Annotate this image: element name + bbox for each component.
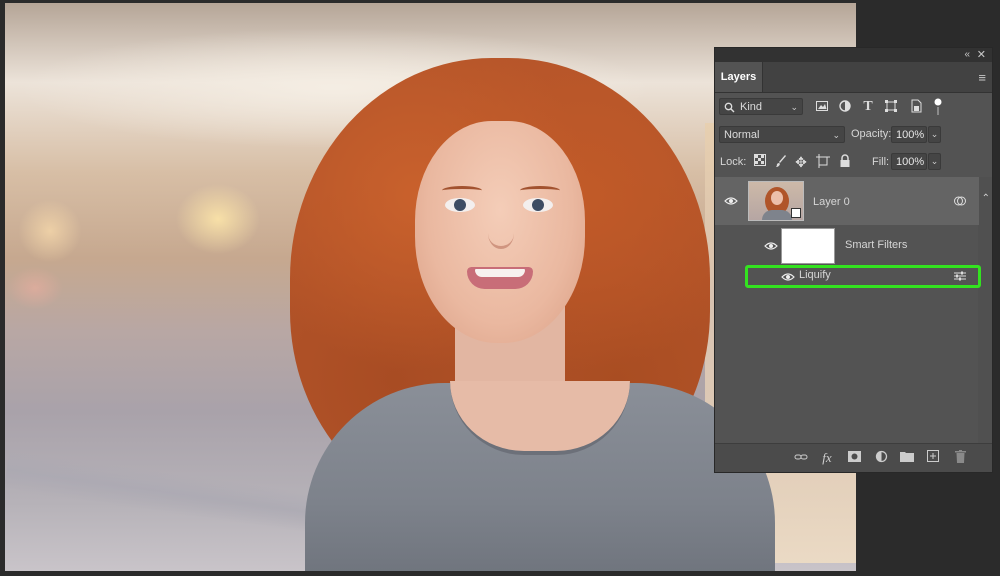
panel-menu-icon[interactable]: ≡ (978, 70, 986, 85)
subject-nose (488, 218, 514, 249)
fill-label: Fill: (872, 156, 890, 168)
smart-filter-mask-thumbnail[interactable] (781, 228, 835, 264)
lock-artboard-icon[interactable] (815, 154, 831, 170)
adjustment-layer-icon[interactable] (873, 450, 889, 466)
layer-row-smart-filters[interactable]: Smart Filters (715, 225, 979, 267)
link-layers-icon[interactable] (793, 450, 809, 466)
opacity-label: Opacity: (851, 128, 892, 140)
lock-transparent-icon[interactable] (752, 154, 768, 170)
layer-thumbnail[interactable] (748, 181, 804, 221)
new-group-icon[interactable] (899, 450, 915, 466)
filter-kind-dropdown[interactable]: Kind ⌄ (719, 98, 803, 115)
right-eye (523, 198, 553, 212)
smart-object-filter-icon[interactable] (908, 99, 924, 115)
panel-title-bar[interactable]: « ✕ (715, 48, 992, 62)
chevron-down-icon: ⌄ (832, 130, 840, 140)
liquify-highlight-box (745, 265, 981, 288)
chevron-down-icon: ⌄ (790, 102, 798, 112)
smart-object-badge-icon (791, 208, 801, 218)
collapse-panel-icon[interactable]: « (964, 48, 970, 62)
right-eyebrow (520, 186, 560, 195)
search-icon (724, 99, 735, 122)
new-layer-icon[interactable] (925, 450, 941, 466)
lock-all-icon[interactable] (837, 154, 853, 170)
fx-icon[interactable]: fx (819, 450, 835, 466)
chevron-up-icon[interactable]: ⌃ (982, 193, 990, 204)
fill-slider-toggle[interactable]: ⌄ (928, 153, 941, 170)
shape-filter-icon[interactable] (883, 99, 899, 115)
close-panel-icon[interactable]: ✕ (977, 48, 986, 62)
opacity-slider-toggle[interactable]: ⌄ (928, 126, 941, 143)
lock-row: Lock: ✥ Fill: 100% ⌄ (715, 153, 992, 173)
lock-position-icon[interactable]: ✥ (793, 154, 809, 170)
blend-row: Normal ⌄ Opacity: 100% ⌄ (715, 126, 992, 146)
add-mask-icon[interactable] (846, 450, 862, 466)
visibility-eye-icon[interactable] (724, 196, 738, 206)
fill-input[interactable]: 100% (891, 153, 927, 170)
lock-paint-icon[interactable] (773, 154, 789, 170)
blend-mode-value: Normal (724, 129, 760, 141)
layers-panel: « ✕ Layers ≡ Kind ⌄ T Normal ⌄ Opacity: … (714, 47, 993, 473)
adjustment-filter-icon[interactable] (837, 99, 853, 115)
left-eye (445, 198, 475, 212)
subject-teeth (475, 269, 525, 277)
filter-toggle-icon[interactable] (930, 97, 946, 115)
delete-layer-icon[interactable] (952, 450, 968, 466)
smart-filters-label: Smart Filters (845, 239, 908, 251)
visibility-eye-icon[interactable] (764, 241, 778, 251)
filter-kind-label: Kind (740, 101, 763, 113)
layers-scrollbar[interactable] (978, 177, 992, 445)
smart-filter-badge-icon (953, 194, 967, 211)
opacity-input[interactable]: 100% (891, 126, 927, 143)
image-filter-icon[interactable] (814, 99, 830, 115)
left-eyebrow (442, 186, 482, 195)
blend-mode-dropdown[interactable]: Normal ⌄ (719, 126, 845, 143)
type-filter-icon[interactable]: T (860, 99, 876, 115)
panel-footer: fx (715, 443, 992, 472)
tab-layers[interactable]: Layers (715, 62, 763, 92)
lock-label: Lock: (720, 156, 747, 168)
layer-name: Layer 0 (813, 196, 850, 208)
background-railing (5, 450, 337, 536)
filter-row: Kind ⌄ T (715, 97, 992, 117)
panel-tab-bar: Layers ≡ (715, 62, 992, 93)
